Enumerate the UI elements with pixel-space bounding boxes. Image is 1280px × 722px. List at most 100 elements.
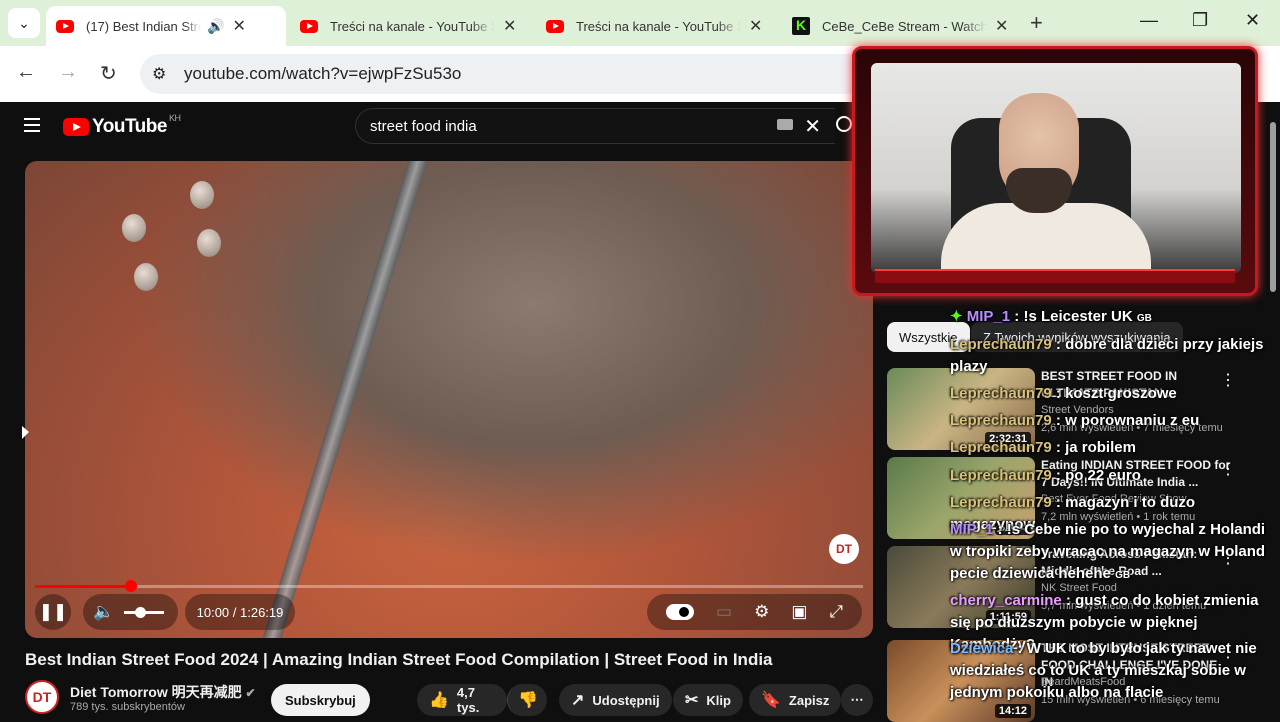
tab-title: Treści na kanale - YouTube Studio bbox=[330, 18, 495, 34]
kick-favicon-icon bbox=[792, 17, 810, 35]
webcam-feed bbox=[871, 63, 1241, 273]
logo-text: YouTube bbox=[92, 116, 167, 137]
progress-scrubber[interactable] bbox=[124, 580, 137, 592]
chat-message: Dziewica : W UK to by było jak ty nawet … bbox=[950, 640, 1257, 701]
like-button[interactable]: 👍 4,7 tys. bbox=[417, 684, 507, 716]
volume-knob[interactable] bbox=[135, 606, 147, 618]
chat-badge-icon: ✦ bbox=[950, 308, 967, 325]
clear-search-icon[interactable]: ✕ bbox=[804, 114, 821, 139]
more-dots-icon: ⋯ bbox=[850, 692, 864, 707]
tab-youtube-studio-2[interactable]: Treści na kanale - YouTube Studio ✕ bbox=[536, 6, 776, 46]
theater-mode-icon[interactable]: ▣ bbox=[791, 602, 807, 622]
settings-gear-icon[interactable]: ⚙ bbox=[754, 602, 769, 622]
youtube-favicon-icon bbox=[546, 19, 564, 33]
tab-title: (17) Best Indian Street Food 2024 | Amaz… bbox=[86, 18, 201, 34]
stream-chat-overlay: ✦ MIP_1 : !s Leicester UK GB Leprechaun7… bbox=[950, 306, 1280, 720]
search-input[interactable]: street food india ✕ bbox=[355, 108, 835, 144]
video-frame-detail bbox=[197, 229, 221, 257]
browser-tab-strip: ⌄ (17) Best Indian Street Food 2024 | Am… bbox=[0, 0, 1280, 46]
menu-hamburger-icon[interactable] bbox=[24, 118, 40, 132]
page-scrollbar[interactable] bbox=[1266, 102, 1280, 720]
speaker-icon[interactable]: 🔊 bbox=[207, 18, 224, 35]
video-title: Best Indian Street Food 2024 | Amazing I… bbox=[25, 650, 773, 669]
youtube-logo[interactable]: YouTube KH bbox=[63, 113, 181, 138]
chat-message: Leprechaun79 : po 22 euro bbox=[950, 467, 1141, 484]
minimize-icon[interactable]: — bbox=[1140, 10, 1158, 31]
chat-message: Leprechaun79 : w porownaniu z eu bbox=[950, 412, 1200, 429]
new-tab-plus-icon[interactable]: + bbox=[1030, 10, 1043, 36]
thumbs-down-icon: 👎 bbox=[518, 692, 538, 709]
url-text: youtube.com/watch?v=ejwpFzSu53o bbox=[184, 64, 462, 83]
close-window-icon[interactable]: ✕ bbox=[1245, 10, 1260, 31]
close-tab-icon[interactable]: ✕ bbox=[749, 16, 762, 36]
close-tab-icon[interactable]: ✕ bbox=[232, 16, 245, 36]
video-frame-detail bbox=[134, 263, 158, 291]
video-frame-detail bbox=[122, 214, 146, 242]
youtube-logo-icon bbox=[63, 118, 89, 136]
back-arrow-icon[interactable]: ← bbox=[16, 61, 36, 84]
chat-message: Leprechaun79 : koszt groszowe bbox=[950, 385, 1177, 402]
volume-control[interactable]: 🔈 bbox=[83, 594, 178, 630]
player-right-controls: ▭ ⚙ ▣ ⤢ bbox=[647, 594, 862, 630]
chevron-down-icon: ⌄ bbox=[18, 14, 30, 31]
subtitles-icon[interactable]: ▭ bbox=[716, 602, 732, 622]
webcam-frame-bar bbox=[875, 269, 1235, 283]
forward-arrow-icon[interactable]: → bbox=[58, 61, 78, 84]
search-value: street food india bbox=[370, 117, 477, 135]
close-tab-icon[interactable]: ✕ bbox=[995, 16, 1008, 36]
time-display: 10:00 / 1:26:19 bbox=[185, 594, 295, 630]
channel-watermark[interactable]: DT bbox=[829, 534, 859, 564]
youtube-favicon-icon bbox=[56, 19, 74, 33]
pause-icon: ❚❚ bbox=[38, 602, 68, 621]
chat-message: Leprechaun79 : ja robilem bbox=[950, 439, 1136, 456]
save-label: Zapisz bbox=[788, 692, 830, 708]
thumbs-up-icon: 👍 bbox=[429, 692, 449, 709]
youtube-favicon-icon bbox=[300, 19, 318, 33]
mouse-cursor-icon bbox=[22, 426, 29, 439]
address-bar[interactable]: ⚙ youtube.com/watch?v=ejwpFzSu53o bbox=[140, 54, 920, 94]
more-actions-button[interactable]: ⋯ bbox=[841, 684, 873, 716]
pause-button[interactable]: ❚❚ bbox=[35, 594, 71, 630]
time-text: 10:00 / 1:26:19 bbox=[196, 604, 284, 620]
tab-search-menu-button[interactable]: ⌄ bbox=[8, 8, 40, 38]
dislike-button[interactable]: 👎 bbox=[507, 684, 547, 716]
share-button[interactable]: ↗ Udostępnij bbox=[559, 684, 672, 716]
webcam-person-torso bbox=[941, 203, 1151, 273]
scissors-icon: ✂ bbox=[685, 692, 699, 709]
close-tab-icon[interactable]: ✕ bbox=[503, 16, 516, 36]
fullscreen-icon[interactable]: ⤢ bbox=[829, 602, 843, 622]
tab-best-indian-street-food[interactable]: (17) Best Indian Street Food 2024 | Amaz… bbox=[46, 6, 286, 46]
chat-message: ✦ MIP_1 : !s Leicester UK GB bbox=[950, 308, 1152, 325]
reload-icon[interactable]: ↻ bbox=[100, 61, 117, 86]
volume-icon[interactable]: 🔈 bbox=[93, 602, 114, 622]
tab-kick-stream[interactable]: CeBe_CeBe Stream - Watch Live on Kick ✕ bbox=[782, 6, 1022, 46]
clip-button[interactable]: ✂ Klip bbox=[673, 684, 743, 716]
search-icon[interactable] bbox=[836, 116, 852, 132]
tab-title: Treści na kanale - YouTube Studio bbox=[576, 18, 741, 34]
volume-slider[interactable] bbox=[124, 606, 165, 618]
like-count: 4,7 tys. bbox=[456, 685, 480, 715]
share-label: Udostępnij bbox=[592, 692, 660, 708]
save-button[interactable]: 🔖 Zapisz bbox=[749, 684, 842, 716]
scrollbar-thumb[interactable] bbox=[1270, 122, 1276, 292]
channel-name[interactable]: Diet Tomorrow 明天再减肥 ✔ bbox=[70, 682, 256, 702]
site-info-icon[interactable]: ⚙ bbox=[152, 64, 166, 84]
chat-message: MIP_1 : !s Cebe nie po to wyjechal z Hol… bbox=[950, 521, 1274, 582]
video-player[interactable]: DT ❚❚ 🔈 10:00 / 1:26:19 ▭ ⚙ ▣ ⤢ bbox=[25, 161, 873, 638]
video-frame-detail bbox=[257, 161, 433, 638]
bookmark-icon: 🔖 bbox=[761, 692, 781, 709]
channel-avatar[interactable]: DT bbox=[25, 680, 59, 714]
progress-fill bbox=[35, 585, 131, 588]
streamer-webcam-overlay bbox=[852, 46, 1258, 296]
tab-title: CeBe_CeBe Stream - Watch Live on Kick bbox=[822, 18, 987, 34]
chat-message: Leprechaun79 : dobre dla dzieci przy jak… bbox=[950, 336, 1264, 375]
progress-bar[interactable] bbox=[35, 580, 863, 592]
autoplay-toggle[interactable] bbox=[666, 604, 694, 620]
tab-youtube-studio-1[interactable]: Treści na kanale - YouTube Studio ✕ bbox=[290, 6, 530, 46]
region-code: KH bbox=[168, 113, 181, 123]
subscriber-count: 789 tys. subskrybentów bbox=[70, 701, 185, 713]
restore-icon[interactable]: ❐ bbox=[1192, 10, 1208, 31]
keyboard-icon[interactable] bbox=[777, 119, 793, 130]
subscribe-button[interactable]: Subskrybuj bbox=[271, 684, 370, 716]
clip-label: Klip bbox=[706, 692, 731, 708]
